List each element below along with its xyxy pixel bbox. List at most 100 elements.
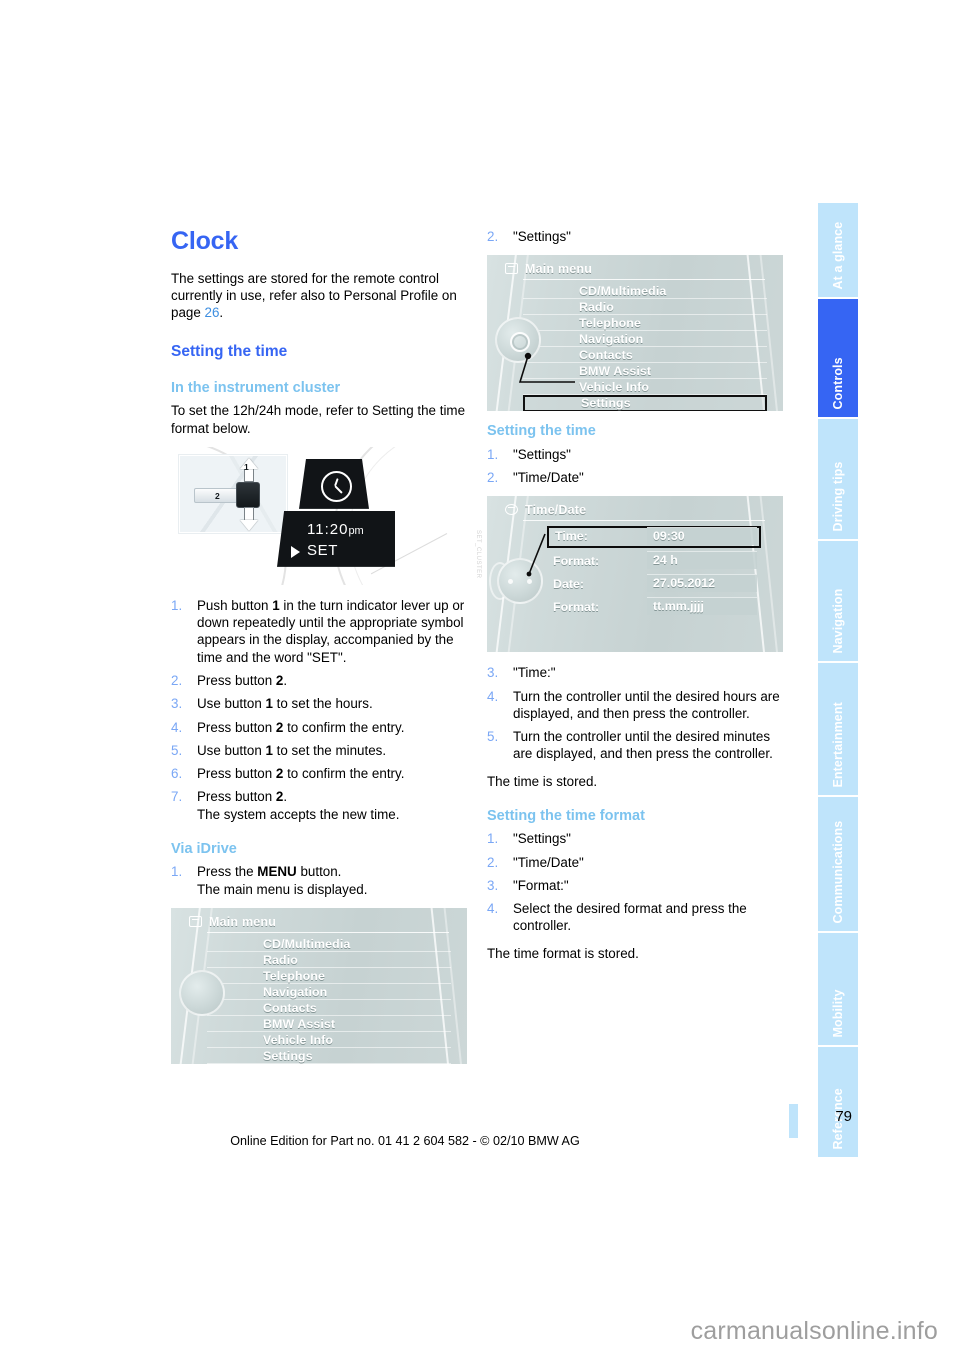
step-text: Press button 2 to confirm the entry. xyxy=(197,766,405,782)
step-subtext: The main menu is displayed. xyxy=(197,881,368,897)
menu-item-settings[interactable]: Settings xyxy=(207,1048,451,1064)
turn-indicator-lever-inset: 1 2 xyxy=(179,454,287,533)
step-text: Select the desired format and press the … xyxy=(513,901,747,934)
figure-time-date: Time/Date Time: 09:30 Format: 24 h Date: 27.05… xyxy=(487,496,783,653)
intro-text-end: . xyxy=(219,305,224,321)
cluster-time-display: 11:20pm SET xyxy=(277,510,395,567)
list-item: Press button 2 to confirm the entry. xyxy=(171,765,469,783)
step-text: Turn the controller until the desired ho… xyxy=(513,688,780,721)
step-text: Turn the controller until the desired mi… xyxy=(513,729,773,762)
step-text: "Settings" xyxy=(513,831,571,847)
idrive-step-list: Press the MENU button. The main menu is d… xyxy=(171,863,469,898)
list-item: Use button 1 to set the minutes. xyxy=(171,742,469,760)
page-number: 79 xyxy=(835,1108,852,1125)
list-item: Select the desired format and press the … xyxy=(487,900,785,935)
arrow-down-icon xyxy=(240,507,258,531)
menu-header-icon xyxy=(189,915,202,927)
list-item: "Settings" xyxy=(487,228,785,246)
idrive-time-date-screen: Time/Date Time: 09:30 Format: 24 h Date: 27.05… xyxy=(487,496,783,653)
idrive-main-menu-screen-settings-selected: Main menu CD/Multimedia Radio Telephone Navi… xyxy=(487,255,783,412)
menu-item-list: CD/Multimedia Radio Telephone Navigation Con… xyxy=(207,936,451,1064)
list-item: "Time/Date" xyxy=(487,469,785,487)
list-item: "Format:" xyxy=(487,877,785,895)
cluster-intro-paragraph: To set the 12h/24h mode, refer to Settin… xyxy=(171,403,466,436)
step-text: Press the MENU button. xyxy=(197,864,342,880)
sidebar-tab-at-a-glance[interactable]: At a glance xyxy=(818,203,858,299)
footer-color-marker xyxy=(789,1104,798,1138)
sidebar-tab-communications[interactable]: Communications xyxy=(818,797,858,933)
sidebar-tab-label: Controls xyxy=(830,356,845,409)
sidebar-tab-controls[interactable]: Controls xyxy=(818,299,858,419)
menu-item-telephone[interactable]: Telephone xyxy=(207,968,451,984)
step-text: "Time:" xyxy=(513,665,556,681)
continued-step-list: "Settings" xyxy=(487,228,785,246)
step-text: Press button 2 to confirm the entry. xyxy=(197,719,405,735)
sidebar-tab-mobility[interactable]: Mobility xyxy=(818,933,858,1047)
step-subtext: The system accepts the new time. xyxy=(197,806,400,822)
caret-icon xyxy=(291,545,300,558)
sidebar-tab-entertainment[interactable]: Entertainment xyxy=(818,663,858,797)
cluster-step-list: Push button 1 in the turn indicator leve… xyxy=(171,597,469,823)
list-item: "Time/Date" xyxy=(487,854,785,872)
step-text: Press button 2. xyxy=(197,673,288,689)
sidebar-tab-label: At a glance xyxy=(830,221,845,289)
sidebar-tab-label: Mobility xyxy=(830,988,845,1037)
figure-main-menu-left: Main menu CD/Multimedia Radio Telephone Navi… xyxy=(171,907,467,1064)
callout-pointer-line xyxy=(526,533,546,577)
cluster-set-label: SET xyxy=(307,541,338,559)
step-text: "Settings" xyxy=(513,229,571,244)
heading-via-idrive: Via iDrive xyxy=(171,840,237,857)
sidebar-tab-driving-tips[interactable]: Driving tips xyxy=(818,419,858,541)
list-item: Use button 1 to set the hours. xyxy=(171,695,469,713)
list-item: Turn the controller until the desired ho… xyxy=(487,688,785,723)
intro-paragraph: The settings are stored for the remote c… xyxy=(171,270,469,322)
manual-page: At a glance Controls Driving tips Navigatio… xyxy=(0,0,960,1358)
time-stored-note: The time is stored. xyxy=(487,773,598,789)
time-format-step-list: "Settings" "Time/Date" "Format:" Select the… xyxy=(487,830,785,934)
cluster-time-value: 11:20pm xyxy=(307,521,364,538)
menu-item-navigation[interactable]: Navigation xyxy=(207,984,451,1000)
heading-setting-the-time-format: Setting the time format xyxy=(487,807,645,824)
time-step-list: "Settings" "Time/Date" xyxy=(487,446,785,487)
step-text: Press button 2. xyxy=(197,789,288,805)
page-cross-reference[interactable]: 26 xyxy=(205,305,220,320)
sidebar-tab-navigation[interactable]: Navigation xyxy=(818,541,858,663)
menu-item-bmw-assist[interactable]: BMW Assist xyxy=(207,1016,451,1032)
menu-item-contacts[interactable]: Contacts xyxy=(207,1000,451,1016)
menu-item-radio[interactable]: Radio xyxy=(207,952,451,968)
step-text: "Format:" xyxy=(513,877,569,893)
step-text: "Time/Date" xyxy=(513,854,584,870)
step-text: Use button 1 to set the hours. xyxy=(197,696,373,712)
right-column: "Settings" Main menu CD/Multimedia Radio Te… xyxy=(487,228,785,972)
menu-item-cd-multimedia[interactable]: CD/Multimedia xyxy=(207,936,451,952)
heading-setting-the-time: Setting the time xyxy=(171,343,288,361)
heading-setting-the-time-idrive: Setting the time xyxy=(487,423,596,440)
watermark: carmanualsonline.info xyxy=(690,1317,938,1345)
sidebar-tab-label: Navigation xyxy=(830,588,845,653)
lever-button-housing xyxy=(236,481,260,508)
list-item: "Time:" xyxy=(487,664,785,682)
time-digits: 11:20 xyxy=(307,520,349,538)
list-item: Press button 2. The system accepts the ne… xyxy=(171,788,469,823)
controller-knob-icon xyxy=(179,969,225,1016)
step-text: "Time/Date" xyxy=(513,469,584,485)
menu-header-divider xyxy=(207,931,449,933)
figure-main-menu-right: Main menu CD/Multimedia Radio Telephone Navi… xyxy=(487,255,783,412)
step-text: Use button 1 to set the minutes. xyxy=(197,742,387,758)
list-item: Push button 1 in the turn indicator leve… xyxy=(171,597,469,666)
menu-item-vehicle-info[interactable]: Vehicle Info xyxy=(207,1032,451,1048)
idrive-main-menu-screen: Main menu CD/Multimedia Radio Telephone Navi… xyxy=(171,907,467,1064)
menu-title: Main menu xyxy=(209,914,277,929)
heading-in-the-instrument-cluster: In the instrument cluster xyxy=(171,379,341,396)
sidebar-tab-label: Driving tips xyxy=(830,461,845,531)
list-item: Press button 2. xyxy=(171,672,469,690)
callout-number-2: 2 xyxy=(215,490,220,501)
figure-code: SET_CLUSTER xyxy=(475,530,481,579)
sidebar-tab-label: Entertainment xyxy=(830,701,845,787)
time-ampm: pm xyxy=(348,524,364,537)
time-step-list-continued: "Time:" Turn the controller until the des… xyxy=(487,664,785,762)
step-text: "Settings" xyxy=(513,446,571,462)
list-item: Press button 2 to confirm the entry. xyxy=(171,719,469,737)
clock-icon xyxy=(321,470,352,502)
edition-line: Online Edition for Part no. 01 41 2 604 … xyxy=(230,1134,580,1148)
